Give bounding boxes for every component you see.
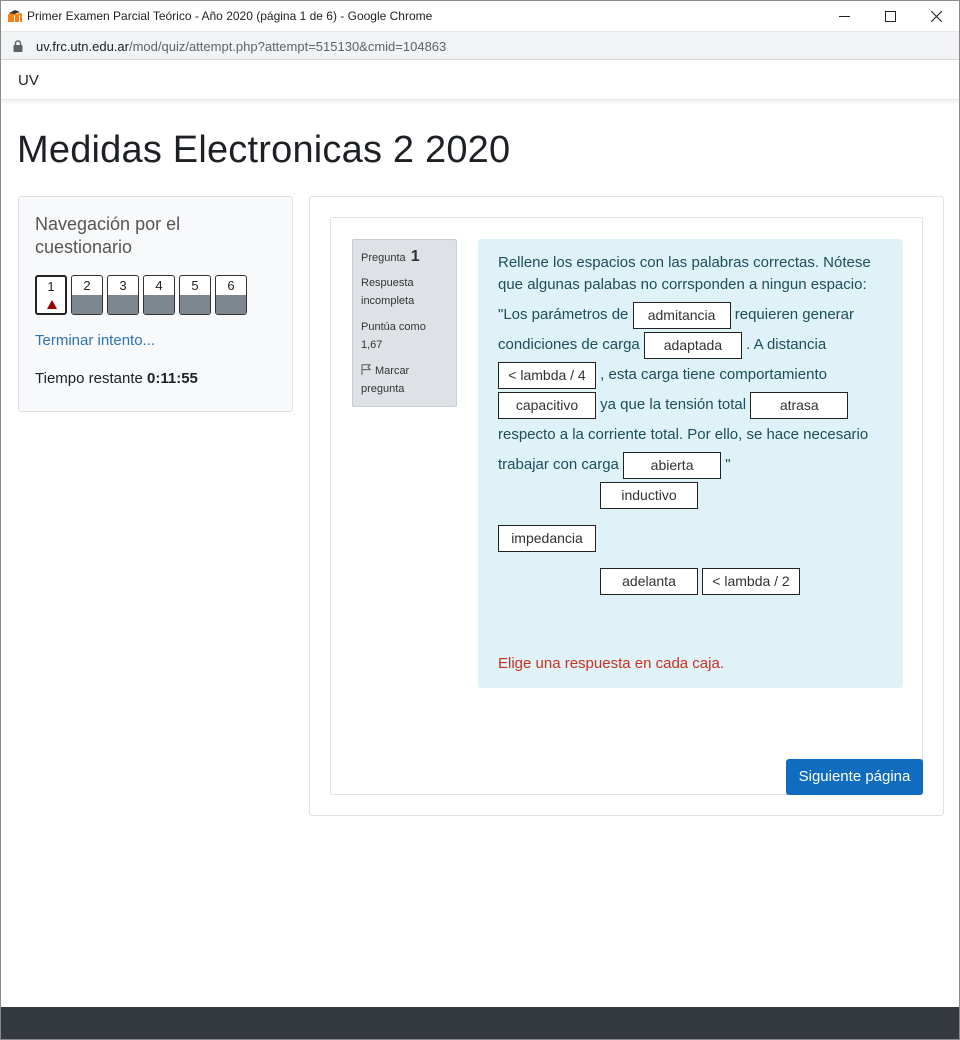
drop-zone-3[interactable]: < lambda / 4 [498,361,596,389]
quiz-navigation-title: Navegación por el cuestionario [35,214,181,257]
drag-choice-4[interactable]: < lambda / 2 [702,568,800,595]
minimize-icon [839,16,850,17]
flag-question-toggle[interactable]: Marcar pregunta [361,362,448,398]
question-prompt: Rellene los espacios con las palabras co… [498,254,871,293]
flag-icon [361,364,371,375]
address-bar[interactable]: uv.frc.utn.edu.ar/mod/quiz/attempt.php?a… [1,32,959,60]
question-navigation-buttons: 1 2 3 4 5 6 [35,275,247,315]
question-nav-button[interactable]: 6 [215,275,247,315]
finish-attempt-link[interactable]: Terminar intento... [35,332,155,349]
text-segment: " [725,456,731,473]
timer-value: 0:11:55 [147,370,198,387]
question-nav-number: 3 [119,278,127,293]
question-nav-status-fill [144,295,174,314]
timer-label: Tiempo restante [35,370,143,387]
drop-zone-5[interactable]: atrasa [750,391,849,419]
question-nav-button[interactable]: 2 [71,275,103,315]
close-icon [931,11,942,22]
question-nav-status-fill [216,295,246,314]
drop-zone-1[interactable]: admitancia [632,301,731,329]
url-path: /mod/quiz/attempt.php?attempt=515130&cmi… [128,39,447,54]
current-question-marker-icon [47,300,57,309]
browser-window: Primer Examen Parcial Teórico - Año 2020… [0,0,960,1040]
question-nav-number: 4 [155,278,163,293]
page-footer [1,1007,959,1039]
question-grade: Puntúa como 1,67 [361,321,426,351]
quiz-navigation-block: Navegación por el cuestionario 1 2 3 4 5 6 Te… [18,196,293,412]
question-nav-button[interactable]: 4 [143,275,175,315]
main-region: Pregunta 1 Respuesta incompleta Puntúa c… [309,196,944,816]
site-navbar: UV [1,60,959,100]
page-title: Medidas Electronicas 2 2020 [17,129,511,171]
url-host: uv.frc.utn.edu.ar [36,39,129,54]
validation-error: Elige una respuesta en cada caja. [498,655,724,672]
drop-zone-6[interactable]: abierta [623,451,722,479]
next-page-button[interactable]: Siguiente página [786,759,923,795]
question-info: Pregunta 1 Respuesta incompleta Puntúa c… [352,239,457,407]
question-nav-button[interactable]: 5 [179,275,211,315]
text-segment: "Los parámetros de [498,306,629,323]
minimize-button[interactable] [821,1,867,32]
question-nav-status-fill [72,295,102,314]
question-state: Respuesta incompleta [361,277,415,307]
question-nav-number: 1 [47,279,55,294]
text-segment: . A distancia [746,336,827,353]
question-number-value: 1 [410,248,420,265]
lock-icon [13,40,23,52]
text-segment: , esta carga tiene comportamiento [600,366,827,383]
title-bar: Primer Examen Parcial Teórico - Año 2020… [1,1,959,32]
text-segment: ya que la tensión total [600,396,747,413]
drag-choice-2[interactable]: impedancia [498,525,596,552]
question-nav-status-fill [108,295,138,314]
close-button[interactable] [913,1,959,32]
question-text: "Los parámetros de admitancia requieren … [498,300,883,480]
question-nav-button[interactable]: 3 [107,275,139,315]
question-nav-button[interactable]: 1 [35,275,67,315]
maximize-button[interactable] [867,1,913,32]
drag-choice-1[interactable]: inductivo [600,482,698,509]
moodle-favicon-icon [8,10,22,22]
maximize-icon [885,11,896,22]
url-text[interactable]: uv.frc.utn.edu.ar/mod/quiz/attempt.php?a… [36,39,446,54]
question-nav-status-fill [180,295,210,314]
question-formulation: Rellene los espacios con las palabras co… [478,239,903,688]
question-nav-number: 6 [227,278,235,293]
drop-zone-2[interactable]: adaptada [643,331,742,359]
question-container: Pregunta 1 Respuesta incompleta Puntúa c… [330,217,923,795]
question-nav-number: 5 [191,278,199,293]
timer: Tiempo restante 0:11:55 [35,370,198,387]
question-number: Pregunta 1 [361,248,448,266]
window-title: Primer Examen Parcial Teórico - Año 2020… [27,9,433,23]
drag-choice-3[interactable]: adelanta [600,568,698,595]
question-nav-number: 2 [83,278,91,293]
drop-zone-4[interactable]: capacitivo [498,391,596,419]
question-number-label: Pregunta [361,252,406,264]
site-brand-link[interactable]: UV [18,72,39,89]
